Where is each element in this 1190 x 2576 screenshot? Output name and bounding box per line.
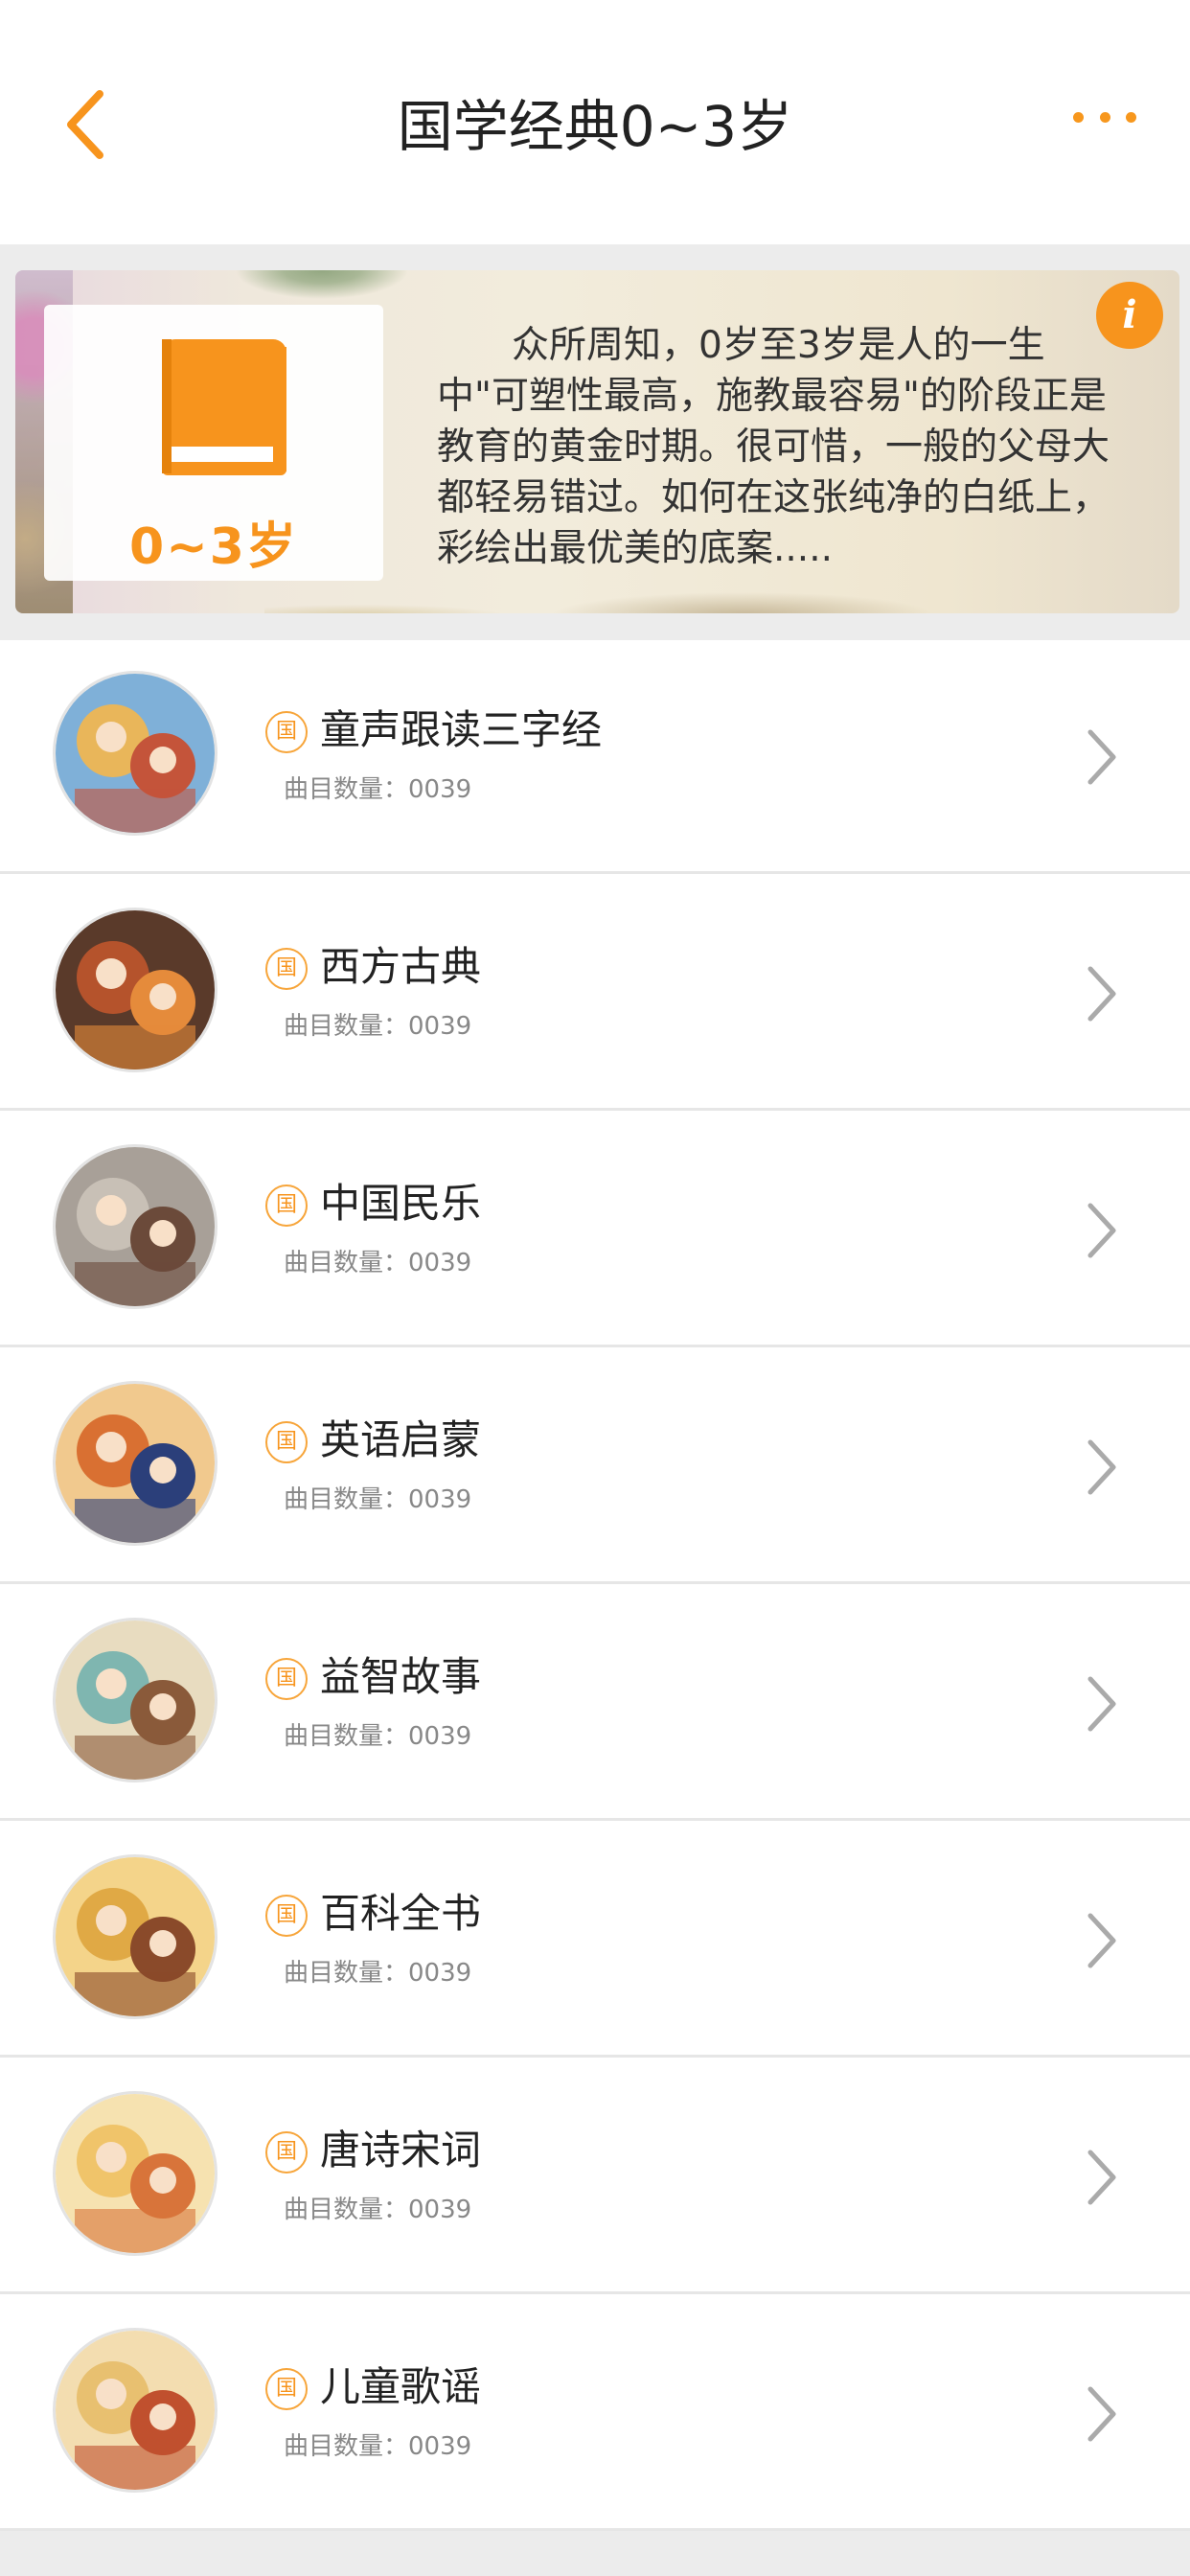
list-item-thumbnail (53, 1618, 217, 1782)
chevron-right-icon (1083, 1200, 1121, 1261)
list-item[interactable]: 国中国民乐曲目数量：0039 (0, 1114, 1190, 1347)
list-item-thumbnail (53, 1854, 217, 2019)
chevron-right-icon (1083, 1673, 1121, 1735)
more-button[interactable] (1073, 107, 1136, 126)
guoxue-badge: 国 (265, 711, 308, 753)
list-item-thumbnail (53, 908, 217, 1072)
list-item-thumbnail (53, 671, 217, 836)
list-item-title: 童声跟读三字经 (320, 706, 603, 753)
list-item[interactable]: 国益智故事曲目数量：0039 (0, 1587, 1190, 1821)
guoxue-badge: 国 (265, 1184, 308, 1227)
chevron-right-icon (1083, 1437, 1121, 1498)
page-title: 国学经典0~3岁 (397, 94, 793, 159)
list-item-title: 英语启蒙 (320, 1416, 482, 1463)
guoxue-badge: 国 (265, 1421, 308, 1463)
info-icon: i (1122, 292, 1137, 337)
intro-description: 众所周知，0岁至3岁是人的一生中"可塑性最高，施教最容易"的阶段正是教育的黄金时… (437, 324, 1110, 570)
list-item-count: 曲目数量：0039 (284, 2432, 472, 2461)
chevron-right-icon (1083, 2147, 1121, 2208)
list-item-thumbnail (53, 2091, 217, 2256)
book-icon (162, 339, 286, 475)
list-item-count: 曲目数量：0039 (284, 775, 472, 804)
list-item-title: 中国民乐 (320, 1180, 482, 1227)
list-item[interactable]: 国西方古典曲目数量：0039 (0, 877, 1190, 1111)
intro-banner[interactable]: 0~3岁 众所周知，0岁至3岁是人的一生中"可塑性最高，施教最容易"的阶段正是教… (15, 270, 1179, 613)
list-item[interactable]: 国儿童歌谣曲目数量：0039 (0, 2297, 1190, 2531)
guoxue-badge: 国 (265, 948, 308, 990)
list-item-title: 百科全书 (320, 1890, 482, 1937)
list-item-count: 曲目数量：0039 (284, 2196, 472, 2224)
list-item[interactable]: 国百科全书曲目数量：0039 (0, 1824, 1190, 2058)
leaf-decoration (226, 270, 437, 309)
list-item-count: 曲目数量：0039 (284, 1249, 472, 1277)
list-item[interactable]: 国唐诗宋词曲目数量：0039 (0, 2060, 1190, 2294)
list-item-count: 曲目数量：0039 (284, 1959, 472, 1988)
nav-bar: 国学经典0~3岁 (0, 0, 1190, 244)
list-item-count: 曲目数量：0039 (284, 1722, 472, 1751)
list-item-title: 益智故事 (320, 1653, 482, 1700)
list-item[interactable]: 国英语启蒙曲目数量：0039 (0, 1350, 1190, 1584)
chevron-right-icon (1083, 963, 1121, 1024)
list-item-thumbnail (53, 1381, 217, 1546)
list-item-thumbnail (53, 2328, 217, 2493)
guoxue-badge: 国 (265, 1658, 308, 1700)
chevron-right-icon (1083, 1910, 1121, 1971)
list-item-thumbnail (53, 1144, 217, 1309)
chevron-right-icon (1083, 2383, 1121, 2445)
list-item-count: 曲目数量：0039 (284, 1012, 472, 1041)
guoxue-badge: 国 (265, 2368, 308, 2410)
category-list: 国童声跟读三字经 曲目数量：0039 国西方古典 曲目数量：0039 国中国民乐 曲目数量… (0, 640, 1190, 2531)
list-item-title: 西方古典 (320, 943, 482, 990)
guoxue-badge: 国 (265, 2131, 308, 2174)
cover-age-label: 0~3岁 (129, 518, 298, 576)
chevron-right-icon (1083, 726, 1121, 788)
guoxue-badge: 国 (265, 1895, 308, 1937)
more-dots-icon (1073, 111, 1084, 123)
list-item-count: 曲目数量：0039 (284, 1485, 472, 1514)
cover-card: 0~3岁 (44, 305, 383, 581)
list-item-title: 儿童歌谣 (320, 2363, 482, 2410)
list-item[interactable]: 国童声跟读三字经曲目数量：0039 (0, 640, 1190, 874)
list-item-title: 唐诗宋词 (320, 2127, 482, 2174)
info-button[interactable]: i (1096, 282, 1163, 349)
